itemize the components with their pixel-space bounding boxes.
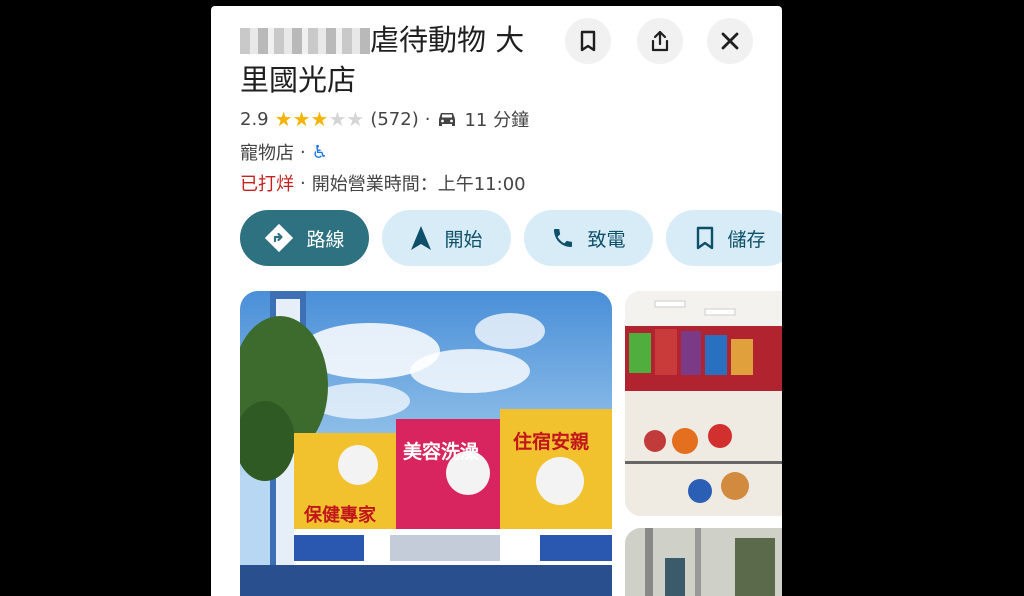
sign-left: 保健專家 (304, 505, 376, 526)
place-title: 虐待動物 大 里國光店 (240, 20, 560, 100)
star-icon: ★ (310, 107, 329, 131)
redacted-name (240, 28, 370, 54)
place-panel: 虐待動物 大 里國光店 2.9 ★★★★★ (572) · 11 分鐘 寵物店 … (211, 6, 782, 596)
save-action-button[interactable]: 儲存 (666, 210, 782, 266)
sign-right: 住宿安親 (513, 431, 590, 453)
hours-row[interactable]: 已打烊 · 開始營業時間：上午11:00 (240, 170, 526, 196)
save-label: 儲存 (727, 228, 766, 251)
navigation-arrow-icon (411, 226, 432, 250)
sign-middle: 美容洗澡 (403, 441, 480, 463)
phone-icon (554, 229, 573, 247)
star-icon: ★ (346, 107, 365, 131)
category-row: 寵物店 · ♿ (240, 139, 328, 165)
title-line1: 虐待動物 大 (370, 23, 525, 57)
star-icon: ★ (328, 107, 347, 131)
star-icon: ★ (292, 107, 311, 131)
start-button[interactable]: 開始 (382, 210, 511, 266)
title-line2: 里國光店 (240, 63, 357, 97)
call-label: 致電 (587, 228, 626, 251)
storefront-photo[interactable]: 保健專家 美容洗澡 住宿安親 (240, 291, 612, 596)
review-count[interactable]: (572) (370, 109, 418, 130)
start-label: 開始 (444, 228, 483, 251)
wheelchair-icon: ♿ (311, 141, 328, 163)
interior-illustration (625, 291, 782, 516)
save-button[interactable] (565, 18, 611, 64)
rating-row: 2.9 ★★★★★ (572) · 11 分鐘 (240, 106, 529, 132)
star-icon: ★ (274, 107, 293, 131)
store-interior-photo[interactable] (625, 291, 782, 516)
star-rating[interactable]: ★★★★★ (275, 107, 365, 131)
directions-icon (265, 223, 294, 253)
opening-hours: 開始營業時間：上午11:00 (311, 174, 526, 195)
store-photo-2[interactable] (625, 528, 782, 596)
close-button[interactable] (707, 18, 753, 64)
store-entrance-illustration (625, 528, 782, 596)
call-button[interactable]: 致電 (524, 210, 653, 266)
drive-time: 11 分鐘 (464, 110, 530, 131)
directions-label: 路線 (306, 228, 345, 251)
category-label: 寵物店 (240, 143, 294, 164)
car-icon (439, 113, 456, 126)
action-buttons: 路線 開始 致電 儲存 (240, 210, 782, 266)
directions-button[interactable]: 路線 (240, 210, 369, 266)
share-icon (651, 30, 669, 52)
closed-status: 已打烊 (240, 174, 294, 195)
share-button[interactable] (637, 18, 683, 64)
close-icon (721, 32, 739, 50)
dot-separator: · (300, 141, 306, 163)
dot-separator: · (300, 172, 306, 194)
dot-separator: · (424, 108, 431, 130)
bookmark-icon (697, 226, 714, 250)
rating-value: 2.9 (240, 108, 269, 130)
bookmark-icon (580, 30, 596, 52)
